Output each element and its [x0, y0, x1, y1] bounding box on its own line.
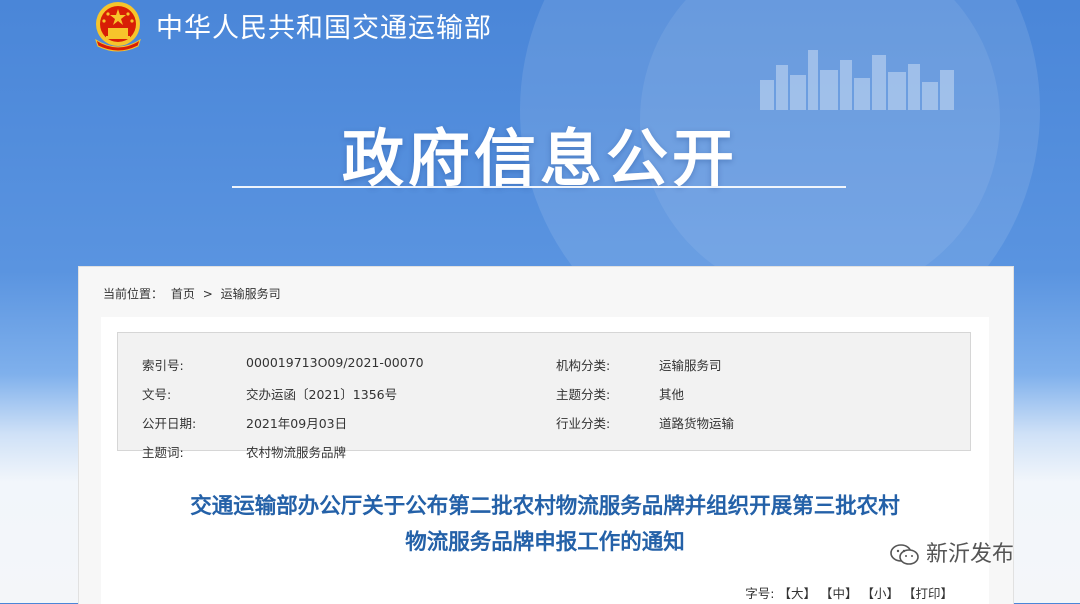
meta-label: 文号:	[142, 387, 172, 402]
article-container: 索引号: 000019713O09/2021-00070 机构分类: 运输服务司…	[101, 317, 989, 604]
breadcrumb-current-link[interactable]: 运输服务司	[221, 287, 281, 301]
meta-row: 公开日期: 2021年09月03日 行业分类: 道路货物运输	[118, 405, 970, 434]
meta-row: 主题词: 农村物流服务品牌	[118, 434, 970, 463]
font-size-medium-button[interactable]: 【中】	[820, 586, 858, 601]
content-panel: 当前位置： 首页 > 运输服务司 索引号: 000019713O09/2021-…	[78, 266, 1014, 604]
meta-label: 主题词:	[142, 445, 184, 460]
meta-label: 行业分类:	[556, 416, 611, 431]
document-title: 交通运输部办公厅关于公布第二批农村物流服务品牌并组织开展第三批农村 物流服务品牌…	[101, 489, 989, 561]
meta-label: 主题分类:	[556, 387, 611, 402]
watermark: 新沂发布	[890, 536, 1014, 568]
meta-row: 文号: 交办运函〔2021〕1356号 主题分类: 其他	[118, 376, 970, 405]
site-header: 中华人民共和国交通运输部 政府信息公开	[0, 0, 1080, 260]
breadcrumb-separator: >	[202, 287, 213, 301]
watermark-text: 新沂发布	[926, 542, 1015, 567]
font-size-large-button[interactable]: 【大】	[778, 586, 816, 601]
breadcrumb-prefix: 当前位置：	[103, 287, 164, 301]
font-size-controls: 字号: 【大】 【中】 【小】 【打印】	[745, 583, 953, 602]
print-button[interactable]: 【打印】	[903, 586, 953, 601]
meta-value: 交办运函〔2021〕1356号	[246, 387, 398, 402]
font-size-label: 字号:	[745, 586, 775, 601]
meta-value: 000019713O09/2021-00070	[246, 355, 424, 370]
wechat-icon	[890, 544, 919, 565]
font-size-small-button[interactable]: 【小】	[861, 586, 899, 601]
national-emblem-icon[interactable]	[88, 0, 148, 52]
document-metadata-table: 索引号: 000019713O09/2021-00070 机构分类: 运输服务司…	[117, 332, 971, 460]
meta-label: 索引号:	[142, 358, 184, 373]
meta-value: 其他	[659, 387, 685, 402]
banner-divider	[232, 186, 846, 188]
meta-label: 机构分类:	[556, 358, 611, 373]
meta-value: 运输服务司	[659, 358, 722, 373]
meta-row: 索引号: 000019713O09/2021-00070 机构分类: 运输服务司	[118, 347, 970, 376]
document-title-line: 交通运输部办公厅关于公布第二批农村物流服务品牌并组织开展第三批农村	[190, 494, 900, 519]
meta-value: 2021年09月03日	[246, 416, 348, 431]
breadcrumb: 当前位置： 首页 > 运输服务司	[103, 285, 285, 302]
site-name[interactable]: 中华人民共和国交通运输部	[156, 6, 492, 45]
banner-title: 政府信息公开	[341, 122, 738, 195]
breadcrumb-home-link[interactable]: 首页	[171, 287, 195, 301]
meta-value: 农村物流服务品牌	[246, 445, 347, 460]
meta-label: 公开日期:	[142, 416, 197, 431]
meta-value: 道路货物运输	[659, 416, 735, 431]
document-title-line: 物流服务品牌申报工作的通知	[405, 530, 685, 555]
